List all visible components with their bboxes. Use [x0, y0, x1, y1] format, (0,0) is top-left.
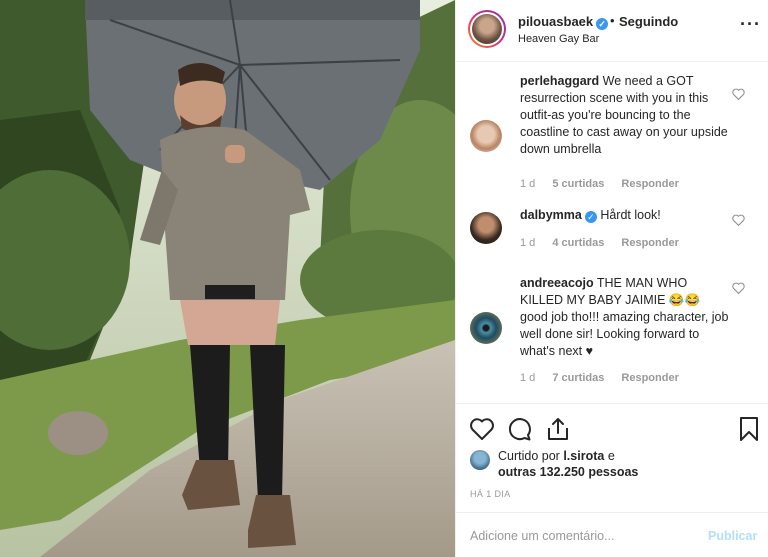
post-header: pilouasbaek ✓ • Seguindo Heaven Gay Bar ·… [456, 0, 768, 62]
comment-age: 1 d [520, 372, 536, 384]
liked-by-joiner: e [607, 449, 615, 463]
liked-by-avatar[interactable] [470, 450, 490, 470]
header-separator: • [610, 13, 615, 28]
author-username-row[interactable]: pilouasbaek ✓ [518, 14, 609, 30]
liked-by-summary[interactable]: Curtido por l.sirota e outras 132.250 pe… [470, 448, 760, 484]
comment-reply-button[interactable]: Responder [621, 372, 678, 384]
comment-avatar[interactable] [470, 120, 502, 152]
post-location[interactable]: Heaven Gay Bar [518, 33, 599, 45]
comment-username[interactable]: dalbymma [520, 208, 582, 222]
save-bookmark-icon[interactable] [736, 416, 762, 442]
comment-avatar[interactable] [470, 212, 502, 244]
comment-reply-button[interactable]: Responder [621, 178, 678, 190]
liked-by-user[interactable]: l.sirota [563, 449, 604, 463]
comment-meta: 1 d 4 curtidas Responder [520, 237, 693, 249]
follow-status-button[interactable]: Seguindo [619, 14, 678, 29]
comment-likes[interactable]: 4 curtidas [552, 237, 604, 249]
verified-badge-icon: ✓ [596, 18, 609, 30]
post-timestamp[interactable]: HÁ 1 DIA [470, 489, 511, 499]
share-icon[interactable] [545, 416, 571, 442]
comment-avatar[interactable] [470, 312, 502, 344]
post-photo-illustration [0, 0, 455, 557]
comment-age: 1 d [520, 237, 536, 249]
comment-composer: Publicar [456, 512, 768, 557]
comment-item: perlehaggard We need a GOT resurrection … [456, 70, 768, 190]
like-heart-icon[interactable] [469, 416, 495, 442]
comment-like-heart-icon[interactable] [732, 88, 745, 100]
post-action-bar [456, 404, 768, 450]
comment-body: dalbymma ✓ Hårdt look! [520, 207, 730, 224]
author-avatar[interactable] [468, 10, 506, 48]
comment-likes[interactable]: 7 curtidas [552, 372, 604, 384]
comment-username[interactable]: perlehaggard [520, 74, 599, 88]
comment-meta: 1 d 7 curtidas Responder [520, 372, 693, 384]
liked-by-others[interactable]: outras 132.250 pessoas [498, 465, 638, 479]
comment-body: perlehaggard We need a GOT resurrection … [520, 73, 730, 158]
comment-like-heart-icon[interactable] [732, 214, 745, 226]
comment-text: Hårdt look! [600, 208, 661, 222]
comment-body: andreeacojo THE MAN WHO KILLED MY BABY J… [520, 275, 730, 360]
verified-badge-icon: ✓ [584, 211, 597, 223]
comment-bubble-icon[interactable] [507, 416, 533, 442]
comment-item: andreeacojo THE MAN WHO KILLED MY BABY J… [456, 272, 768, 402]
comment-like-heart-icon[interactable] [732, 282, 745, 294]
comment-item: dalbymma ✓ Hårdt look! 1 d 4 curtidas Res… [456, 204, 768, 254]
post-side-panel: pilouasbaek ✓ • Seguindo Heaven Gay Bar ·… [455, 0, 768, 557]
liked-by-text: Curtido por l.sirota e outras 132.250 pe… [498, 448, 638, 480]
more-options-icon[interactable]: ··· [740, 14, 761, 35]
comment-username[interactable]: andreeacojo [520, 276, 594, 290]
comment-meta: 1 d 5 curtidas Responder [520, 178, 693, 190]
liked-by-prefix: Curtido por [498, 449, 560, 463]
post-photo[interactable] [0, 0, 455, 557]
comment-likes[interactable]: 5 curtidas [552, 178, 604, 190]
publish-comment-button[interactable]: Publicar [708, 529, 757, 543]
comment-age: 1 d [520, 178, 536, 190]
comment-input[interactable] [470, 525, 690, 547]
comments-list[interactable]: perlehaggard We need a GOT resurrection … [456, 62, 768, 404]
author-username[interactable]: pilouasbaek [518, 14, 593, 29]
comment-reply-button[interactable]: Responder [621, 237, 678, 249]
